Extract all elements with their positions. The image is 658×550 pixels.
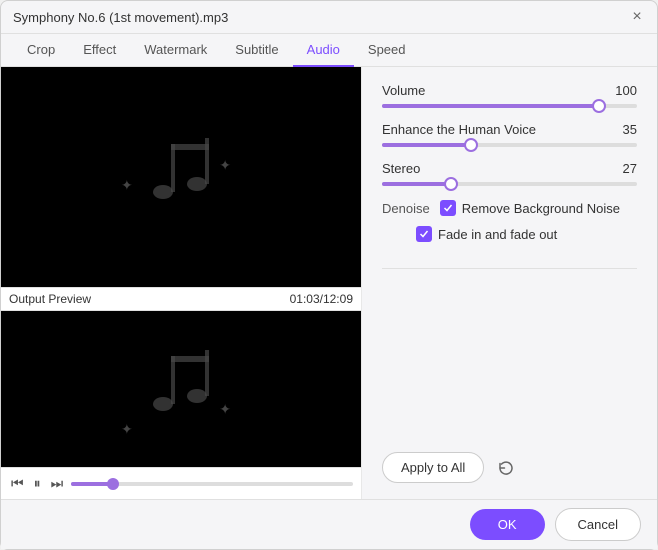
right-panel: Volume 100 Enhance the Human Voice 35 bbox=[361, 67, 657, 499]
tab-effect[interactable]: Effect bbox=[69, 34, 130, 67]
main-window: Symphony No.6 (1st movement).mp3 × Crop … bbox=[0, 0, 658, 550]
right-actions: Apply to All bbox=[382, 442, 637, 483]
top-video-preview: ✦ ✦ bbox=[1, 67, 361, 287]
enhance-fill bbox=[382, 143, 471, 147]
ok-button[interactable]: OK bbox=[470, 509, 545, 540]
volume-label-row: Volume 100 bbox=[382, 83, 637, 98]
stereo-section: Stereo 27 bbox=[382, 161, 637, 186]
volume-track[interactable] bbox=[382, 104, 637, 108]
denoise-row: Denoise Remove Background Noise bbox=[382, 200, 637, 216]
volume-section: Volume 100 bbox=[382, 83, 637, 108]
stereo-label-row: Stereo 27 bbox=[382, 161, 637, 176]
left-panel: ✦ ✦ Output Preview 01:03/12:09 bbox=[1, 67, 361, 499]
enhance-label-row: Enhance the Human Voice 35 bbox=[382, 122, 637, 137]
denoise-label: Denoise bbox=[382, 201, 430, 216]
remove-bg-noise-label: Remove Background Noise bbox=[462, 201, 620, 216]
volume-label: Volume bbox=[382, 83, 425, 98]
volume-value: 100 bbox=[609, 83, 637, 98]
next-button[interactable]: ⏭ bbox=[49, 473, 66, 494]
sparkle-icon-bl: ✦ bbox=[121, 421, 133, 438]
enhance-track[interactable] bbox=[382, 143, 637, 147]
volume-thumb[interactable] bbox=[592, 99, 606, 113]
tab-subtitle[interactable]: Subtitle bbox=[221, 34, 292, 67]
music-icon-top bbox=[141, 130, 221, 224]
stereo-track[interactable] bbox=[382, 182, 637, 186]
output-preview-label: Output Preview bbox=[9, 292, 91, 306]
stereo-label: Stereo bbox=[382, 161, 420, 176]
output-preview-time: 01:03/12:09 bbox=[290, 292, 353, 306]
sparkle-icon-tl: ✦ bbox=[121, 177, 133, 194]
enhance-thumb[interactable] bbox=[464, 138, 478, 152]
title-bar: Symphony No.6 (1st movement).mp3 × bbox=[1, 1, 657, 34]
fade-checkbox[interactable] bbox=[416, 226, 432, 242]
apply-to-all-button[interactable]: Apply to All bbox=[382, 452, 484, 483]
sparkle-icon-tr: ✦ bbox=[219, 157, 231, 174]
footer-bar: OK Cancel bbox=[1, 499, 657, 549]
progress-thumb[interactable] bbox=[107, 478, 119, 490]
fade-label: Fade in and fade out bbox=[438, 227, 557, 242]
close-button[interactable]: × bbox=[629, 9, 645, 25]
fade-row: Fade in and fade out bbox=[382, 226, 637, 242]
tab-watermark[interactable]: Watermark bbox=[130, 34, 221, 67]
tab-speed[interactable]: Speed bbox=[354, 34, 420, 67]
enhance-value: 35 bbox=[609, 122, 637, 137]
cancel-button[interactable]: Cancel bbox=[555, 508, 641, 541]
music-icon-bottom bbox=[141, 342, 221, 436]
pause-button[interactable]: ⏸ bbox=[32, 473, 43, 494]
remove-bg-noise-checkbox[interactable] bbox=[440, 200, 456, 216]
progress-bar[interactable] bbox=[71, 482, 353, 486]
bottom-video-preview: ✦ ✦ bbox=[1, 311, 361, 467]
window-title: Symphony No.6 (1st movement).mp3 bbox=[13, 10, 228, 25]
enhance-section: Enhance the Human Voice 35 bbox=[382, 122, 637, 147]
divider bbox=[382, 268, 637, 269]
tab-bar: Crop Effect Watermark Subtitle Audio Spe… bbox=[1, 34, 657, 67]
volume-fill bbox=[382, 104, 599, 108]
tab-audio[interactable]: Audio bbox=[293, 34, 354, 67]
prev-button[interactable]: ⏮ bbox=[9, 473, 26, 494]
enhance-label: Enhance the Human Voice bbox=[382, 122, 536, 137]
output-preview-bar: Output Preview 01:03/12:09 bbox=[1, 287, 361, 311]
tab-crop[interactable]: Crop bbox=[13, 34, 69, 67]
stereo-fill bbox=[382, 182, 451, 186]
reset-button[interactable] bbox=[492, 454, 520, 482]
sparkle-icon-br: ✦ bbox=[219, 401, 231, 418]
main-content: ✦ ✦ Output Preview 01:03/12:09 bbox=[1, 67, 657, 499]
stereo-value: 27 bbox=[609, 161, 637, 176]
stereo-thumb[interactable] bbox=[444, 177, 458, 191]
playback-bar: ⏮ ⏸ ⏭ bbox=[1, 467, 361, 499]
